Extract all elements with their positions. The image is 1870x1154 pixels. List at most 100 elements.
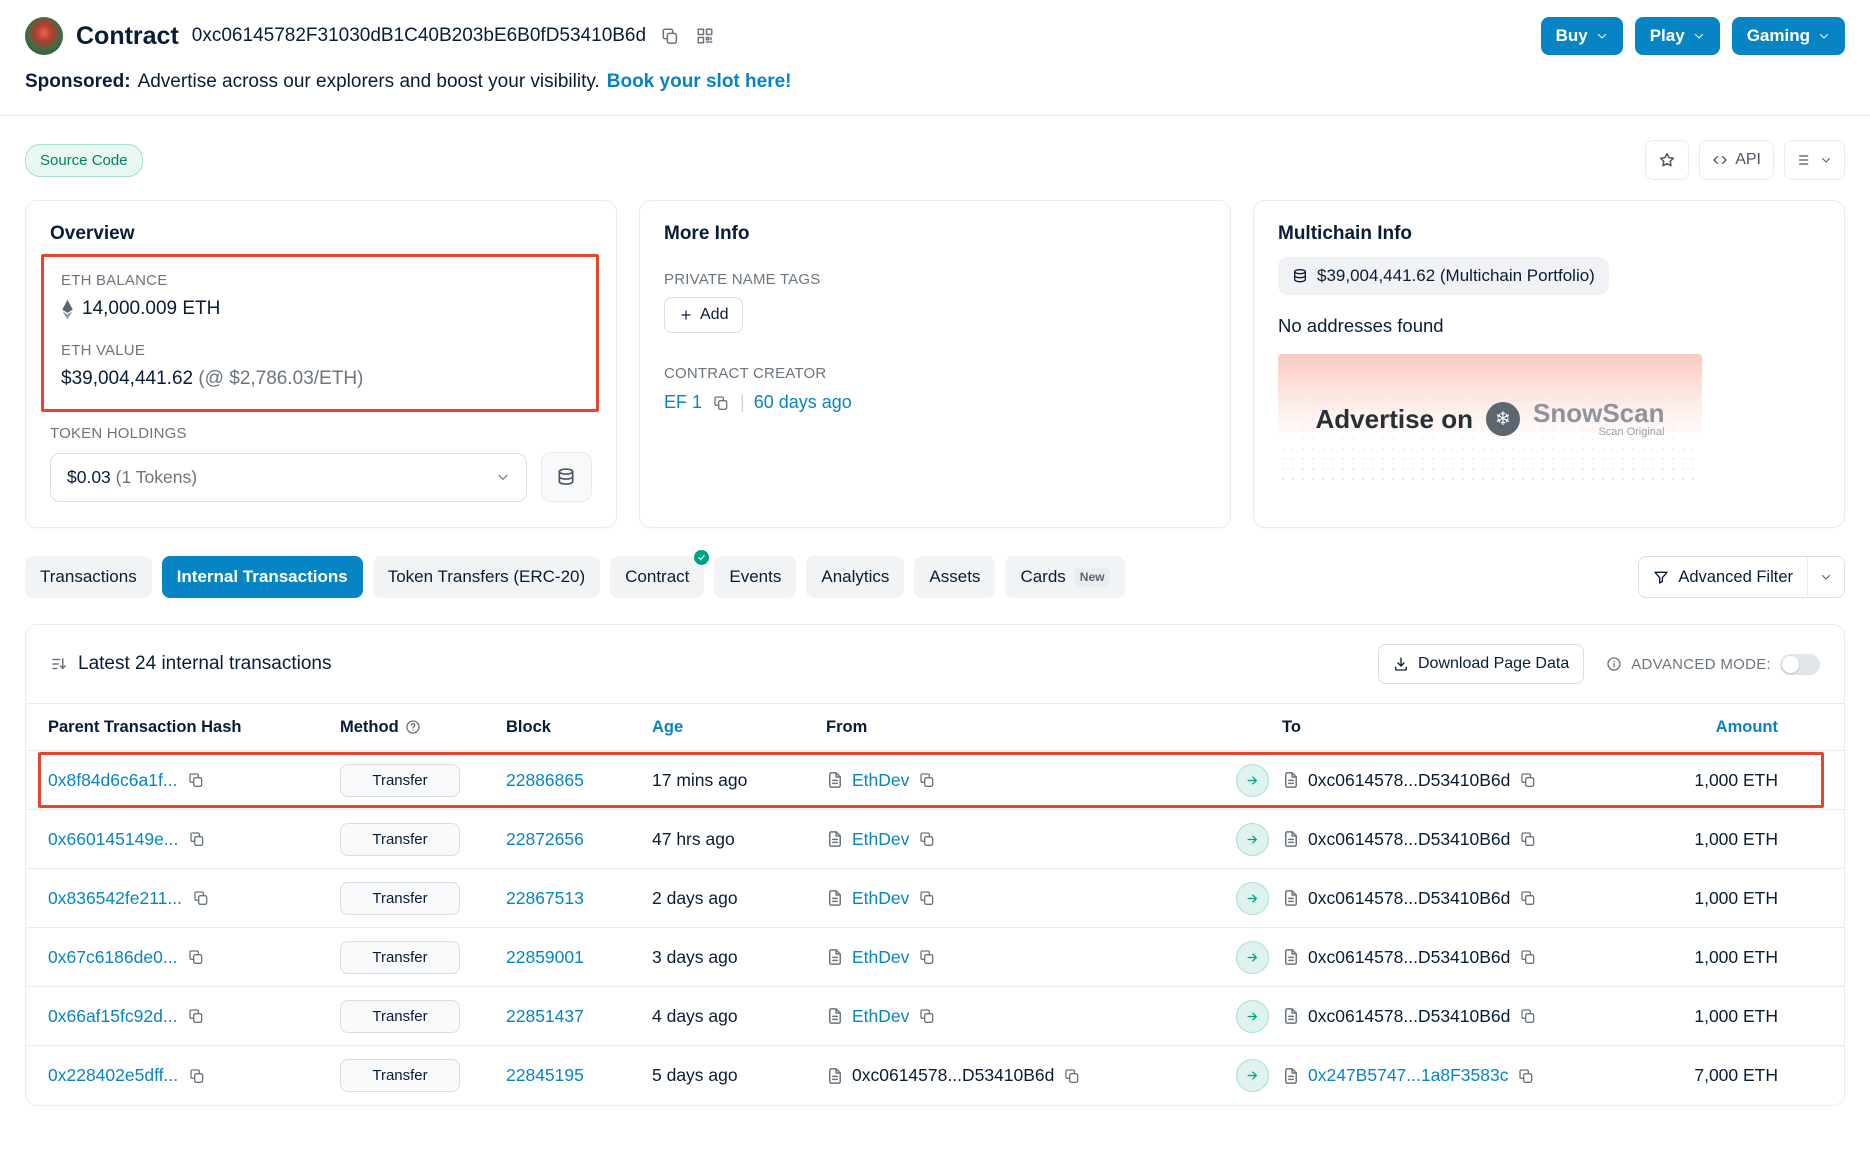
parent-tx-hash-link[interactable]: 0x660145149e... [48, 829, 178, 850]
from-address-link[interactable]: EthDev [852, 770, 909, 791]
tabs-row: TransactionsInternal TransactionsToken T… [25, 556, 1845, 598]
tab-analytics[interactable]: Analytics [806, 556, 904, 598]
copy-icon[interactable] [1518, 770, 1538, 790]
copy-icon[interactable] [1518, 829, 1538, 849]
play-button[interactable]: Play [1635, 17, 1720, 55]
col-parent-tx-hash: Parent Transaction Hash [48, 718, 340, 737]
token-portfolio-button[interactable] [541, 452, 592, 502]
block-link[interactable]: 22872656 [506, 829, 584, 850]
age-text: 2 days ago [652, 888, 826, 909]
copy-icon[interactable] [1518, 1006, 1538, 1026]
info-cards: Overview ETH BALANCE 14,000.009 ETH ETH … [25, 200, 1845, 528]
method-badge[interactable]: Transfer [340, 1000, 460, 1033]
block-link[interactable]: 22886865 [506, 770, 584, 791]
token-holdings-dropdown[interactable]: $0.03 (1 Tokens) [50, 453, 527, 502]
age-text: 17 mins ago [652, 770, 826, 791]
add-name-tag-button[interactable]: Add [664, 297, 743, 333]
chevron-down-icon [496, 470, 510, 484]
block-link[interactable]: 22867513 [506, 888, 584, 909]
block-link[interactable]: 22845195 [506, 1065, 584, 1086]
code-icon [1712, 152, 1728, 168]
tab-events[interactable]: Events [714, 556, 796, 598]
eth-rate: (@ $2,786.03/ETH) [198, 368, 363, 389]
from-address-link[interactable]: EthDev [852, 829, 909, 850]
to-address: 0xc0614578...D53410B6d [1308, 947, 1510, 968]
question-icon[interactable] [405, 719, 421, 735]
more-info-title: More Info [664, 223, 1206, 245]
tab-cards[interactable]: CardsNew [1005, 556, 1125, 598]
copy-address-icon[interactable] [659, 25, 681, 47]
copy-icon[interactable] [187, 1066, 207, 1086]
contract-file-icon [826, 889, 844, 907]
view-options-button[interactable] [1784, 140, 1845, 180]
method-badge[interactable]: Transfer [340, 882, 460, 915]
col-from: From [826, 718, 1236, 737]
method-badge[interactable]: Transfer [340, 823, 460, 856]
copy-icon[interactable] [711, 393, 731, 413]
copy-icon[interactable] [1062, 1066, 1082, 1086]
qr-code-icon[interactable] [694, 25, 716, 47]
copy-icon[interactable] [917, 770, 937, 790]
advanced-filter-button[interactable]: Advanced Filter [1639, 557, 1807, 597]
contract-file-icon [1282, 830, 1300, 848]
ad-brand-text: SnowScan [1533, 400, 1664, 427]
table-row: 0x66af15fc92d...Transfer228514374 days a… [26, 987, 1844, 1046]
favorite-star-button[interactable] [1645, 140, 1689, 180]
tab-token-transfers-erc-20[interactable]: Token Transfers (ERC-20) [373, 556, 600, 598]
star-icon [1658, 151, 1676, 169]
method-badge[interactable]: Transfer [340, 764, 460, 797]
copy-icon[interactable] [917, 829, 937, 849]
copy-icon[interactable] [1516, 1066, 1536, 1086]
download-page-data-button[interactable]: Download Page Data [1378, 644, 1584, 684]
col-age[interactable]: Age [652, 718, 826, 737]
copy-icon[interactable] [191, 888, 211, 908]
from-address-link[interactable]: EthDev [852, 947, 909, 968]
from-address-link[interactable]: EthDev [852, 1006, 909, 1027]
info-icon [1606, 656, 1622, 672]
api-button[interactable]: API [1699, 140, 1774, 180]
tab-internal-transactions[interactable]: Internal Transactions [162, 556, 363, 598]
filter-dropdown-button[interactable] [1808, 557, 1844, 597]
contract-creator-label: CONTRACT CREATOR [664, 365, 1206, 382]
to-address-link[interactable]: 0x247B5747...1a8F3583c [1308, 1065, 1508, 1086]
col-amount[interactable]: Amount [1648, 718, 1808, 737]
from-address-link[interactable]: EthDev [852, 888, 909, 909]
tab-assets[interactable]: Assets [914, 556, 995, 598]
creation-tx-age-link[interactable]: 60 days ago [754, 392, 852, 413]
copy-icon[interactable] [917, 888, 937, 908]
copy-icon[interactable] [917, 1006, 937, 1026]
source-code-badge[interactable]: Source Code [25, 144, 143, 177]
copy-icon[interactable] [186, 770, 206, 790]
parent-tx-hash-link[interactable]: 0x66af15fc92d... [48, 1006, 177, 1027]
parent-tx-hash-link[interactable]: 0x8f84d6c6a1f... [48, 770, 177, 791]
table-header-row: Parent Transaction Hash Method Block Age… [26, 703, 1844, 751]
gaming-button[interactable]: Gaming [1732, 17, 1845, 55]
parent-tx-hash-link[interactable]: 0x228402e5dff... [48, 1065, 178, 1086]
table-row: 0x67c6186de0...Transfer228590013 days ag… [26, 928, 1844, 987]
advanced-mode-toggle[interactable] [1780, 654, 1820, 675]
copy-icon[interactable] [186, 947, 206, 967]
copy-icon[interactable] [186, 1006, 206, 1026]
sponsored-link[interactable]: Book your slot here! [607, 71, 792, 93]
tab-transactions[interactable]: Transactions [25, 556, 152, 598]
copy-icon[interactable] [1518, 947, 1538, 967]
parent-tx-hash-link[interactable]: 0x67c6186de0... [48, 947, 177, 968]
buy-button[interactable]: Buy [1541, 17, 1623, 55]
copy-icon[interactable] [917, 947, 937, 967]
creator-link[interactable]: EF 1 [664, 392, 702, 413]
block-link[interactable]: 22859001 [506, 947, 584, 968]
advanced-mode-label: ADVANCED MODE: [1631, 656, 1771, 673]
copy-icon[interactable] [1518, 888, 1538, 908]
out-arrow-icon [1236, 1000, 1269, 1033]
method-badge[interactable]: Transfer [340, 941, 460, 974]
out-arrow-icon [1236, 823, 1269, 856]
new-badge: New [1074, 568, 1111, 587]
multichain-portfolio-badge[interactable]: $39,004,441.62 (Multichain Portfolio) [1278, 257, 1609, 295]
ad-banner[interactable]: Advertise on ❄ SnowScan Scan Original [1278, 354, 1702, 484]
block-link[interactable]: 22851437 [506, 1006, 584, 1027]
copy-icon[interactable] [187, 829, 207, 849]
parent-tx-hash-link[interactable]: 0x836542fe211... [48, 888, 182, 909]
tab-contract[interactable]: Contract [610, 556, 704, 598]
divider [0, 115, 1870, 116]
method-badge[interactable]: Transfer [340, 1059, 460, 1092]
